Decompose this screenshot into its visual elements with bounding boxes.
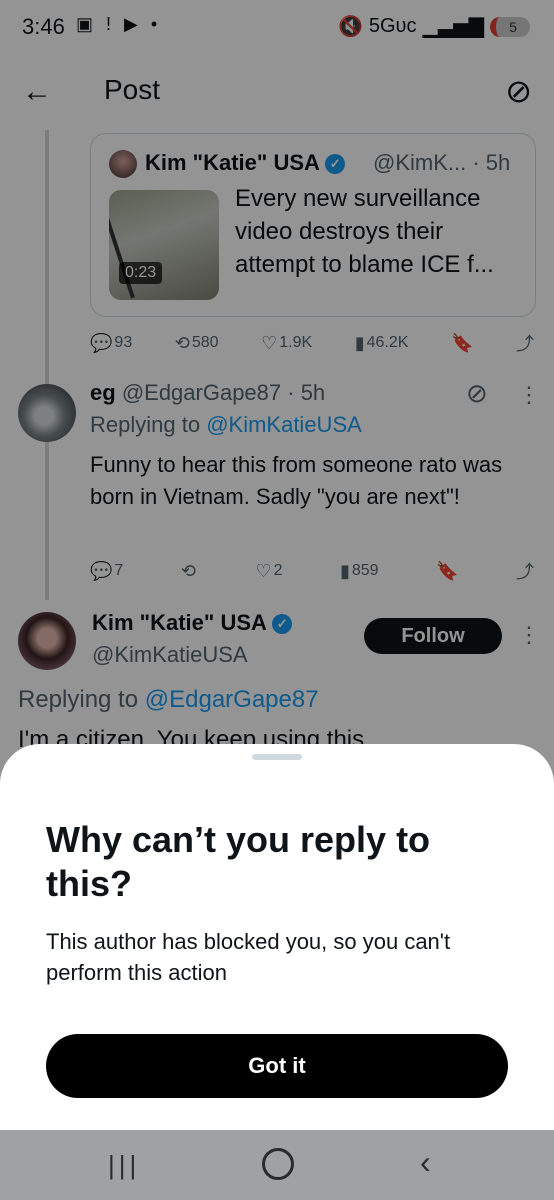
home-icon[interactable] <box>262 1148 294 1180</box>
recents-icon[interactable]: ||| <box>108 1150 140 1181</box>
system-nav-bar: ||| ‹ <box>0 1130 554 1200</box>
sheet-body: This author has blocked you, so you can'… <box>46 929 451 985</box>
back-icon[interactable]: ‹ <box>420 1144 431 1181</box>
sheet-grabber[interactable] <box>252 754 302 760</box>
got-it-button[interactable]: Got it <box>46 1034 508 1098</box>
bottom-sheet: Why can’t you reply to this? This author… <box>0 744 554 1130</box>
sheet-title: Why can’t you reply to this? <box>46 819 431 904</box>
